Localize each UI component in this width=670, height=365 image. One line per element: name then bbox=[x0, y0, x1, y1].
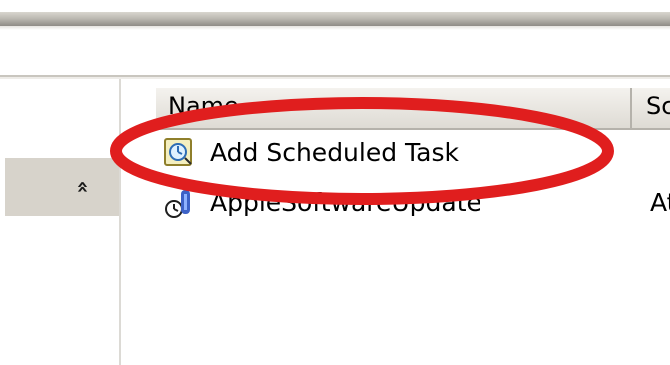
list-item-schedule: At bbox=[650, 188, 670, 217]
list-item-applesoftwareupdate[interactable]: AppleSoftwareUpdate At bbox=[156, 184, 670, 222]
double-chevron-up-icon[interactable]: » bbox=[68, 176, 93, 198]
list-header: Name Sc bbox=[156, 88, 670, 130]
list-item-label: Add Scheduled Task bbox=[210, 138, 459, 167]
left-task-pane bbox=[0, 79, 120, 365]
left-pane-edge bbox=[119, 79, 121, 365]
clock-task-icon bbox=[164, 188, 194, 218]
window-top-bar bbox=[0, 12, 670, 26]
list-item-label: AppleSoftwareUpdate bbox=[210, 188, 480, 217]
column-header-name-label: Name bbox=[168, 92, 239, 120]
list-item-add-scheduled-task[interactable]: Add Scheduled Task bbox=[156, 134, 670, 172]
window-top-bar-shadow bbox=[0, 26, 670, 30]
column-header-schedule-label: Sc bbox=[646, 92, 670, 120]
task-pane-collapse-strip[interactable] bbox=[5, 158, 119, 216]
column-header-schedule[interactable]: Sc bbox=[634, 88, 670, 128]
scheduled-task-wizard-icon bbox=[164, 138, 194, 168]
collapse-glyph: » bbox=[68, 180, 93, 194]
column-header-name[interactable]: Name bbox=[156, 88, 632, 128]
